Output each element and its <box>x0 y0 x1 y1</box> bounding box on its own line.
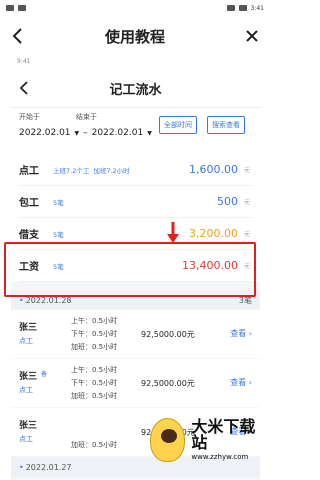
summary-note: 5笔 <box>53 230 64 239</box>
summary-unit: 元 <box>243 199 250 206</box>
watermark-title: 大米下载站 <box>191 417 256 452</box>
record-view-link[interactable]: 查看 › <box>230 377 252 388</box>
status-right: 3:41 <box>226 4 264 12</box>
phone-time: 9:41 <box>17 58 31 65</box>
record-afternoon: 下午：0.5小时 <box>71 379 118 387</box>
summary-note: 5笔 <box>53 198 64 207</box>
summary-name: 点工 <box>19 166 39 177</box>
record-overtime: 加班：0.5小时 <box>71 343 118 351</box>
highlight-box <box>4 242 256 297</box>
record-tag: 备 <box>41 371 48 378</box>
start-label: 开始于 <box>19 113 40 121</box>
phone-title: 记工流水 <box>109 83 162 98</box>
view-label: 查看 <box>230 329 247 338</box>
record-person: 张三 <box>19 421 38 431</box>
record-view-link[interactable]: 查看 › <box>230 328 252 339</box>
summary-name: 包工 <box>19 198 39 209</box>
record-role: 点工 <box>19 386 33 394</box>
view-label: 查看 <box>230 378 247 387</box>
notification-icon <box>6 5 14 11</box>
chevron-right-icon: › <box>248 378 252 387</box>
record-person: 张三 <box>19 372 38 382</box>
watermark-url: www.zzhyw.com <box>191 453 249 461</box>
phone-header: 记工流水 <box>11 70 260 108</box>
record-role: 点工 <box>19 435 33 443</box>
wifi-icon <box>226 5 235 11</box>
phone-status-bar: 9:41 <box>11 56 260 70</box>
record-morning: 上午：0.5小时 <box>71 366 118 374</box>
date-dash: – <box>83 128 88 138</box>
status-bar: 3:41 <box>0 0 270 16</box>
record-role: 点工 <box>19 337 33 345</box>
down-arrow-icon <box>167 222 179 243</box>
summary-unit: 元 <box>243 231 250 238</box>
end-label: 结束于 <box>76 113 97 121</box>
summary-row-contract[interactable]: 包工 5笔 500 元 <box>19 186 252 218</box>
dot-icon: • <box>19 462 24 472</box>
page-title: 使用教程 <box>104 27 165 46</box>
back-arrow-icon[interactable] <box>10 27 26 45</box>
start-date[interactable]: 2022.02.01 <box>19 128 71 138</box>
status-left <box>6 5 26 11</box>
mascot-logo-icon <box>150 418 186 462</box>
summary-amount: 1,600.00 <box>189 163 238 176</box>
summary-amount: 500 <box>217 195 238 208</box>
record-item[interactable]: 张三 点工 上午：0.5小时 下午：0.5小时 加班：0.5小时 92,5000… <box>11 310 260 358</box>
notification-icon-2 <box>18 5 26 11</box>
phone-back-icon[interactable] <box>17 80 31 96</box>
summary-note-overtime: 加班7.2小时 <box>93 166 130 175</box>
date-filters: 开始于 结束于 2022.02.01 ▼ – 2022.02.01 ▼ 全部时间… <box>11 108 260 154</box>
summary-note: 上班7.2个工 <box>53 166 90 175</box>
close-icon[interactable] <box>244 27 260 45</box>
search-view-button[interactable]: 搜索查看 <box>207 116 245 134</box>
summary-row-daily-work[interactable]: 点工 上班7.2个工 加班7.2小时 1,600.00 元 <box>19 154 252 186</box>
summary-amount: 3,200.00 <box>189 227 238 240</box>
record-morning: 上午：0.5小时 <box>71 317 118 325</box>
end-date[interactable]: 2022.02.01 <box>92 128 144 138</box>
record-item[interactable]: 张三 备 点工 上午：0.5小时 下午：0.5小时 加班：0.5小时 92,50… <box>11 359 260 407</box>
group-date-text: 2022.01.27 <box>25 462 72 472</box>
record-amount: 92,5000.00元 <box>141 330 195 339</box>
all-time-button[interactable]: 全部时间 <box>159 116 197 134</box>
group-date: • 2022.01.27 <box>19 463 72 472</box>
battery-icon <box>238 5 247 11</box>
record-person: 张三 <box>19 323 38 333</box>
record-overtime: 加班：0.5小时 <box>71 392 118 400</box>
start-dropdown-icon[interactable]: ▼ <box>75 130 80 137</box>
app-bar: 使用教程 <box>0 16 270 56</box>
record-afternoon: 下午：0.5小时 <box>71 330 118 338</box>
end-dropdown-icon[interactable]: ▼ <box>147 130 152 137</box>
watermark: 大米下载站 www.zzhyw.com <box>150 410 270 470</box>
summary-unit: 元 <box>243 167 250 174</box>
summary-name: 借支 <box>19 230 39 241</box>
record-amount: 92,5000.00元 <box>141 379 195 388</box>
chevron-right-icon: › <box>248 329 252 338</box>
record-overtime: 加班：0.5小时 <box>71 441 118 449</box>
status-time: 3:41 <box>250 4 264 12</box>
